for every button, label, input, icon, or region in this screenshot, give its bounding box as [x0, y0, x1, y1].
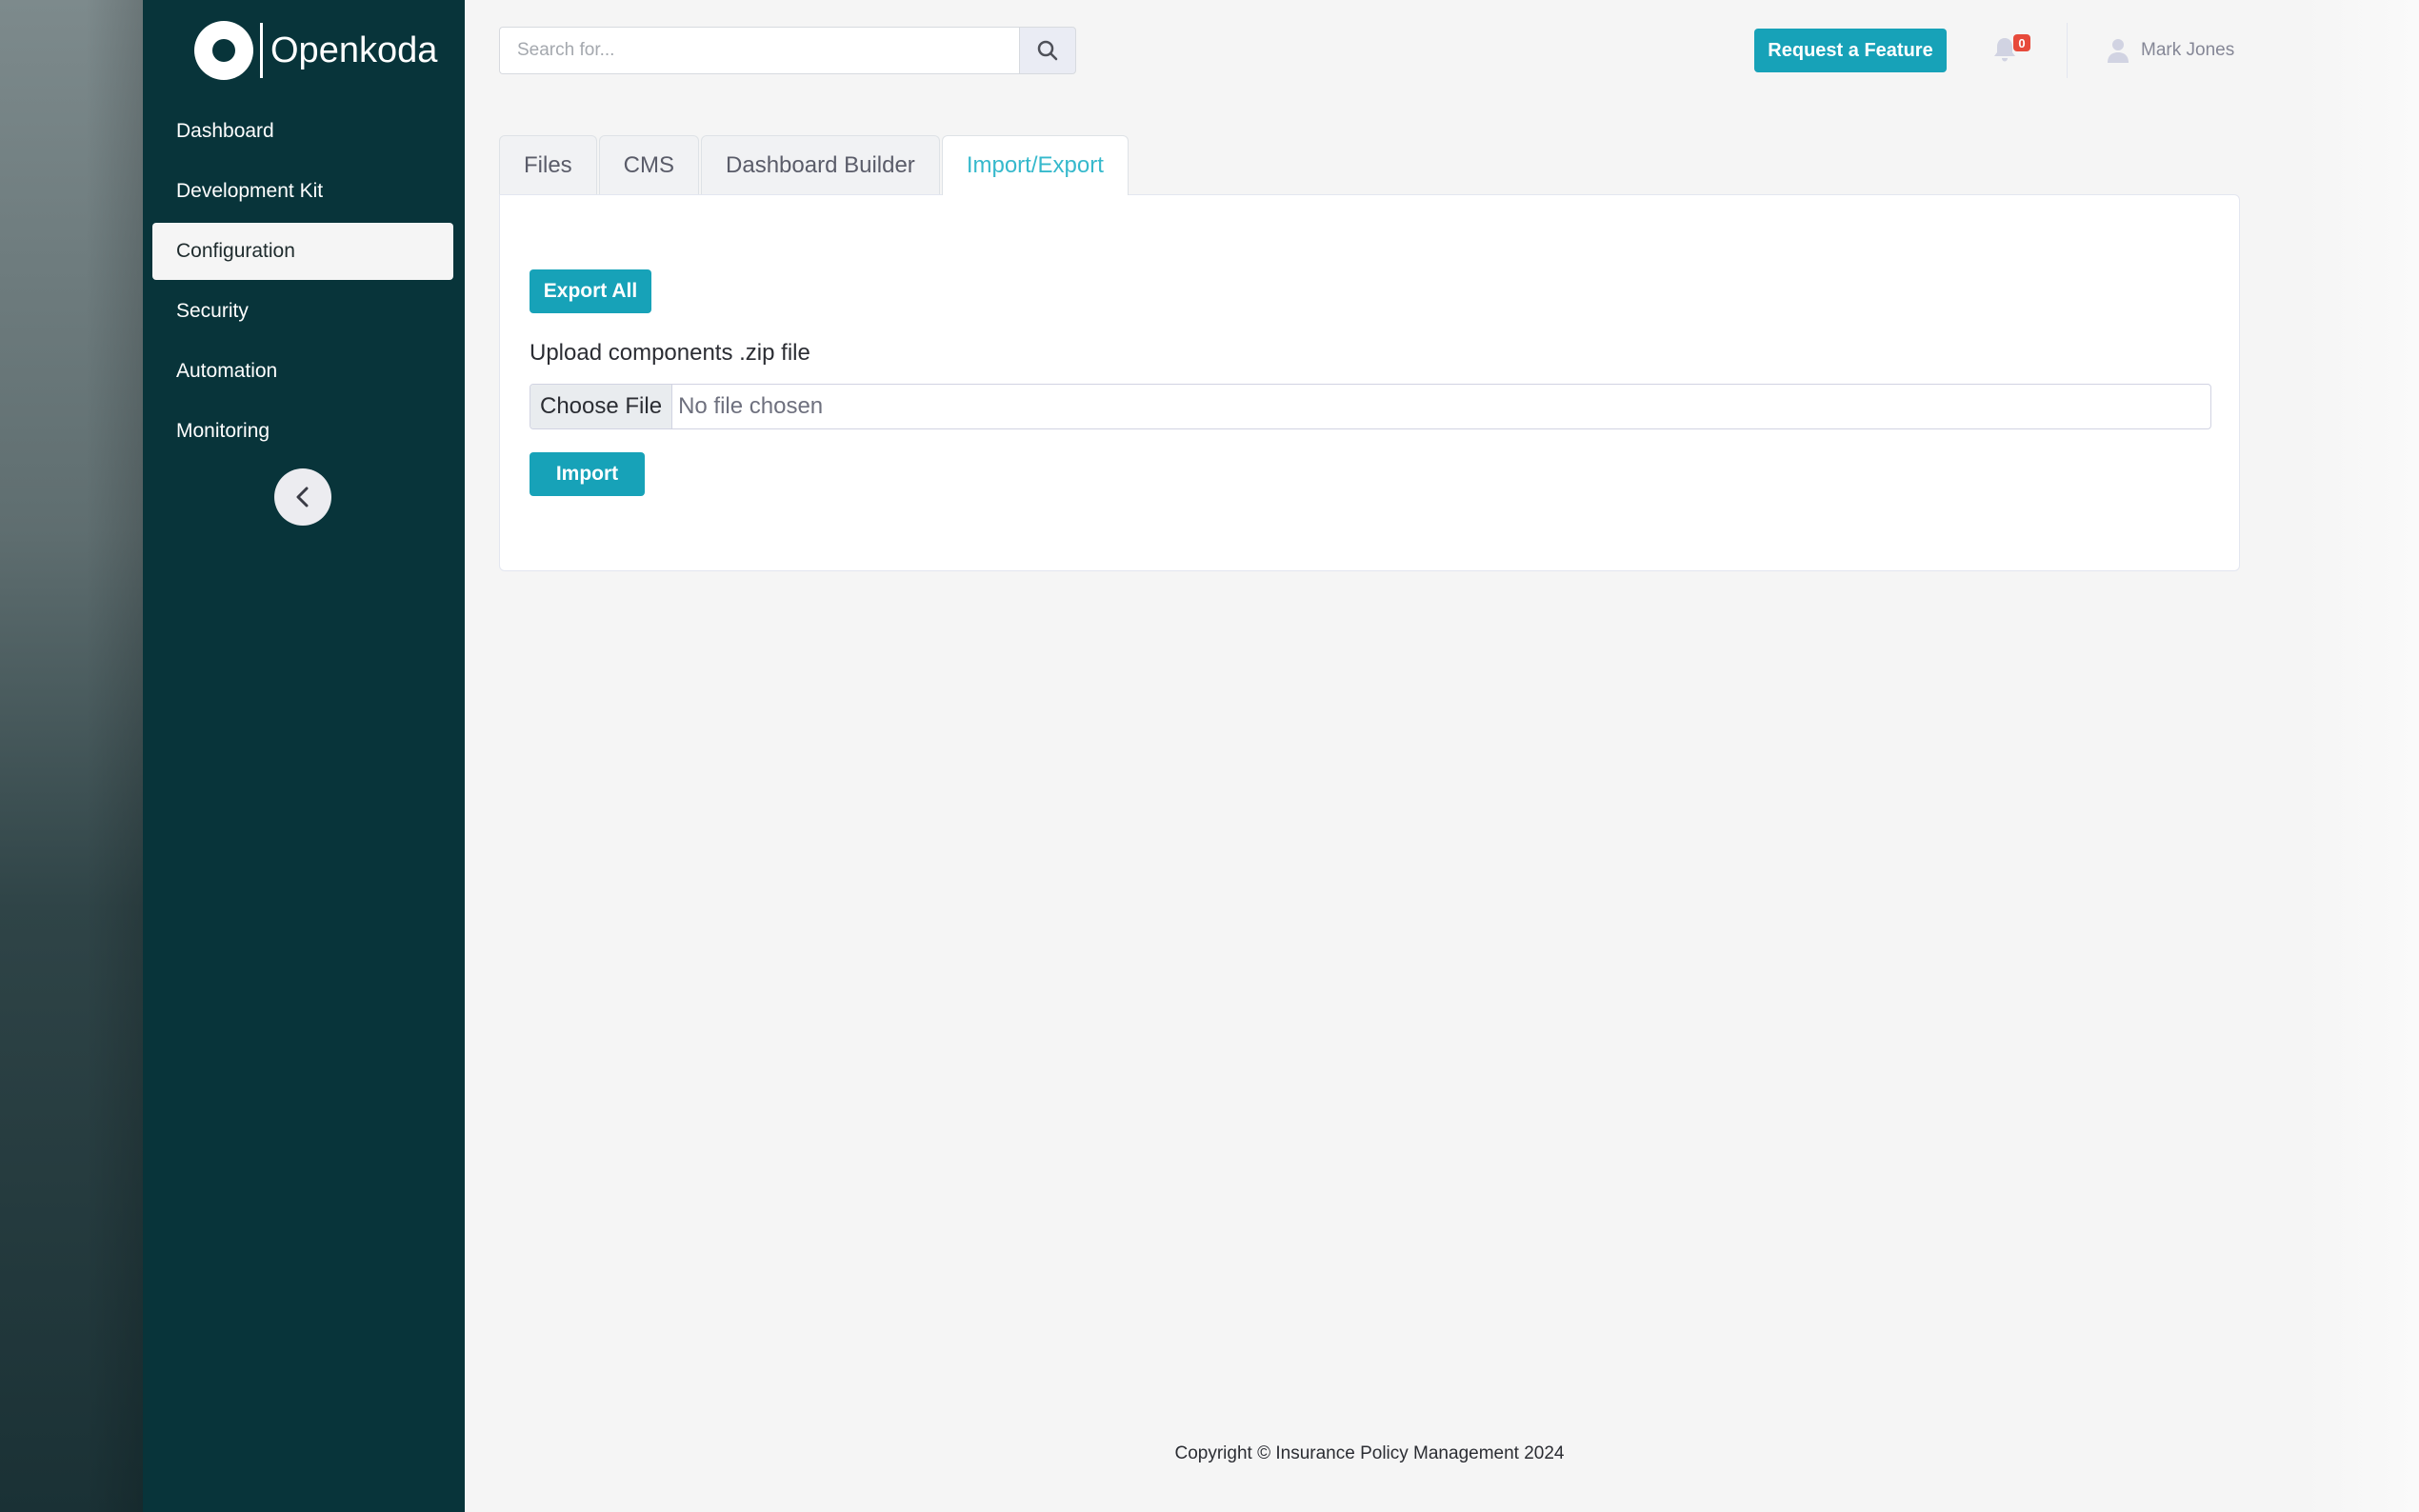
tab-files[interactable]: Files [499, 135, 597, 194]
notification-count-badge: 0 [2013, 34, 2030, 51]
logo-divider [260, 23, 263, 78]
search-input[interactable] [499, 27, 1019, 74]
search-button[interactable] [1019, 27, 1076, 74]
sidebar-item-development-kit[interactable]: Development Kit [152, 163, 453, 220]
search-group [499, 27, 1076, 74]
brand-name: Openkoda [270, 30, 438, 70]
user-menu[interactable]: Mark Jones [2107, 34, 2234, 67]
background-fade [2305, 0, 2419, 1512]
sidebar-collapse-button[interactable] [274, 468, 331, 526]
footer-copyright: Copyright © Insurance Policy Management … [1174, 1443, 1565, 1463]
brand-logo[interactable]: Openkoda [194, 21, 437, 80]
import-export-panel: Export All Upload components .zip file C… [499, 194, 2240, 571]
background-strip [0, 0, 143, 1512]
sidebar: Openkoda Dashboard Development Kit Confi… [143, 0, 465, 1512]
search-icon [1037, 40, 1058, 61]
sidebar-item-configuration[interactable]: Configuration [152, 223, 453, 280]
sidebar-item-monitoring[interactable]: Monitoring [152, 403, 453, 460]
sidebar-item-automation[interactable]: Automation [152, 343, 453, 400]
tab-import-export[interactable]: Import/Export [941, 135, 1129, 195]
choose-file-button[interactable]: Choose File [530, 385, 673, 428]
topbar-divider [2067, 23, 2068, 78]
export-all-button[interactable]: Export All [530, 269, 651, 313]
logo-circle-icon [194, 21, 253, 80]
tab-bar: Files CMS Dashboard Builder Import/Expor… [499, 135, 1130, 195]
tab-cms[interactable]: CMS [598, 135, 700, 194]
request-feature-button[interactable]: Request a Feature [1754, 29, 1947, 72]
user-icon [2108, 39, 2129, 63]
user-name: Mark Jones [2141, 40, 2235, 60]
import-button[interactable]: Import [530, 452, 645, 496]
sidebar-nav: Dashboard Development Kit Configuration … [152, 103, 453, 463]
upload-label: Upload components .zip file [530, 340, 810, 366]
notifications-button[interactable]: 0 [1992, 34, 2030, 65]
sidebar-item-security[interactable]: Security [152, 283, 453, 340]
tab-dashboard-builder[interactable]: Dashboard Builder [701, 135, 940, 194]
file-input[interactable]: Choose File No file chosen [530, 384, 2211, 429]
sidebar-item-dashboard[interactable]: Dashboard [152, 103, 453, 160]
file-status: No file chosen [678, 393, 824, 419]
chevron-left-icon [296, 487, 309, 507]
